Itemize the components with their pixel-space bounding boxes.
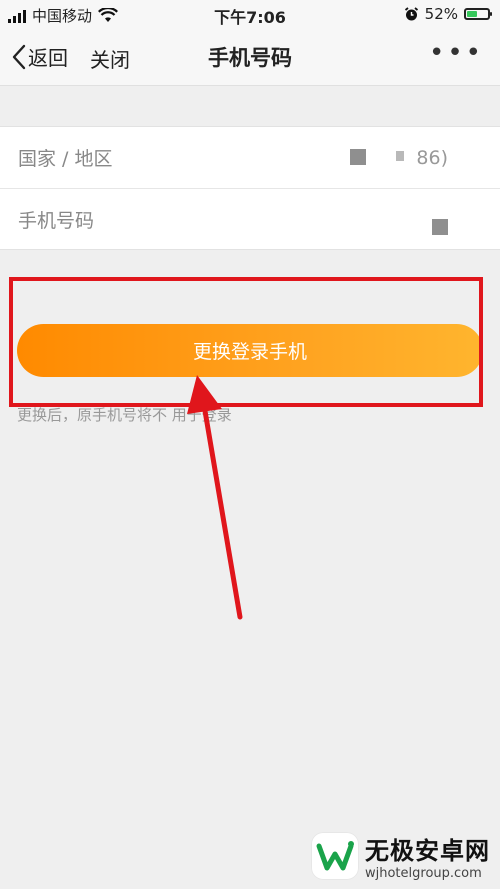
phone-info-list: 国家 / 地区 86) 手机号码: [0, 126, 500, 250]
more-options-button[interactable]: •••: [429, 38, 484, 68]
phone-number-label: 手机号码: [18, 209, 95, 232]
page-title: 手机号码: [208, 46, 292, 70]
alarm-icon: [404, 6, 418, 20]
battery-fill: [467, 11, 477, 17]
country-code-value: 86): [416, 146, 448, 169]
status-right: 52%: [404, 5, 492, 23]
country-region-row[interactable]: 国家 / 地区 86): [0, 127, 500, 188]
change-hint-text: 更换后，原手机号将不 用于登录: [17, 406, 232, 424]
change-login-phone-button[interactable]: 更换登录手机: [17, 324, 483, 377]
censor-mosaic: [396, 151, 404, 161]
close-button[interactable]: 关闭: [90, 44, 130, 73]
country-region-label: 国家 / 地区: [18, 148, 113, 170]
watermark-logo-icon: [311, 832, 359, 880]
watermark-title: 无极安卓网: [365, 837, 490, 865]
battery-icon: [464, 8, 492, 20]
censor-mosaic: [350, 149, 366, 165]
watermark-url: wjhotelgroup.com: [365, 866, 482, 881]
chevron-left-icon: [12, 44, 26, 69]
status-bar: 中国移动 下午7:06 52%: [0, 0, 500, 28]
censor-mosaic: [432, 219, 448, 235]
nav-bar: 返回 关闭 手机号码 •••: [0, 28, 500, 86]
watermark-text: 无极安卓网 wjhotelgroup.com: [365, 831, 490, 881]
site-watermark: 无极安卓网 wjhotelgroup.com: [311, 831, 490, 881]
phone-screen: 中国移动 下午7:06 52% 返回 关闭 手机号码 ••• 国家 / 地区 8…: [0, 0, 500, 889]
phone-number-row[interactable]: 手机号码: [0, 188, 500, 249]
back-button[interactable]: 返回: [12, 42, 68, 71]
back-label: 返回: [28, 46, 68, 70]
battery-percent: 52%: [424, 5, 458, 23]
